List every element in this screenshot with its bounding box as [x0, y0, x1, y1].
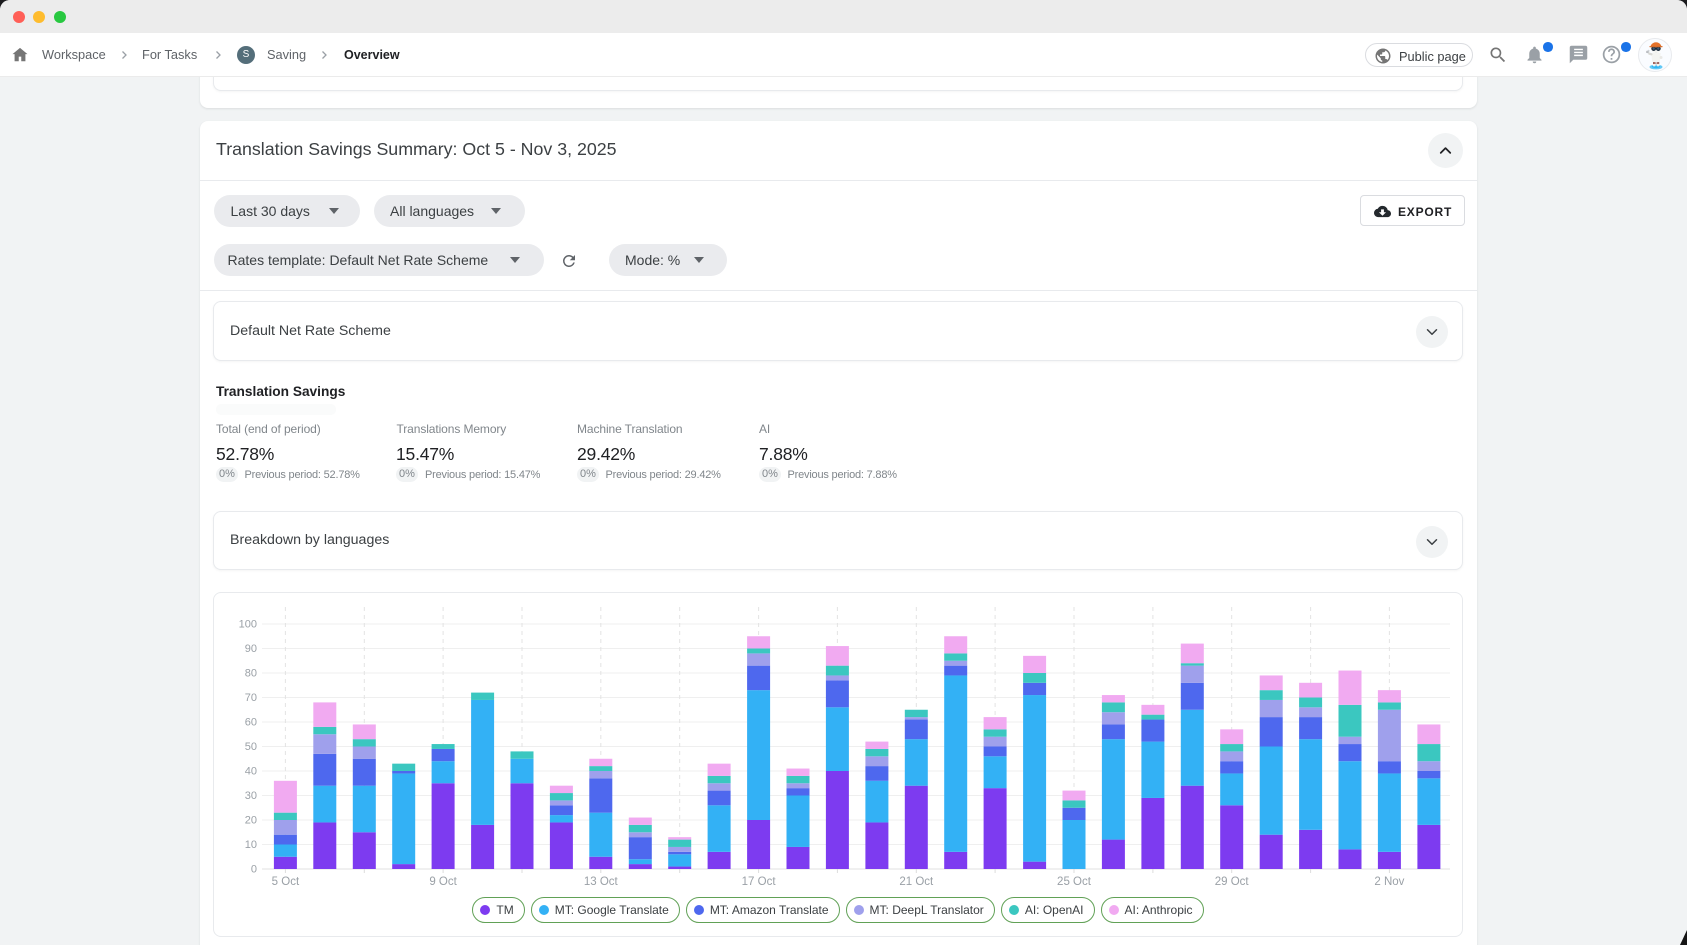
svg-text:29 Oct: 29 Oct [1215, 876, 1250, 888]
svg-text:50: 50 [245, 741, 257, 753]
svg-text:40: 40 [245, 766, 257, 778]
svg-text:25 Oct: 25 Oct [1057, 876, 1092, 888]
svg-text:5 Oct: 5 Oct [272, 876, 300, 888]
svg-text:20: 20 [245, 815, 257, 827]
svg-text:13 Oct: 13 Oct [584, 876, 619, 888]
svg-text:10: 10 [245, 839, 257, 851]
svg-text:21 Oct: 21 Oct [899, 876, 934, 888]
svg-text:90: 90 [245, 643, 257, 655]
svg-text:60: 60 [245, 717, 257, 729]
svg-text:9 Oct: 9 Oct [429, 876, 457, 888]
svg-text:0: 0 [251, 864, 257, 876]
svg-text:100: 100 [239, 619, 257, 631]
svg-text:2 Nov: 2 Nov [1374, 876, 1404, 888]
svg-text:17 Oct: 17 Oct [742, 876, 777, 888]
svg-text:80: 80 [245, 668, 257, 680]
svg-text:30: 30 [245, 790, 257, 802]
svg-text:70: 70 [245, 692, 257, 704]
